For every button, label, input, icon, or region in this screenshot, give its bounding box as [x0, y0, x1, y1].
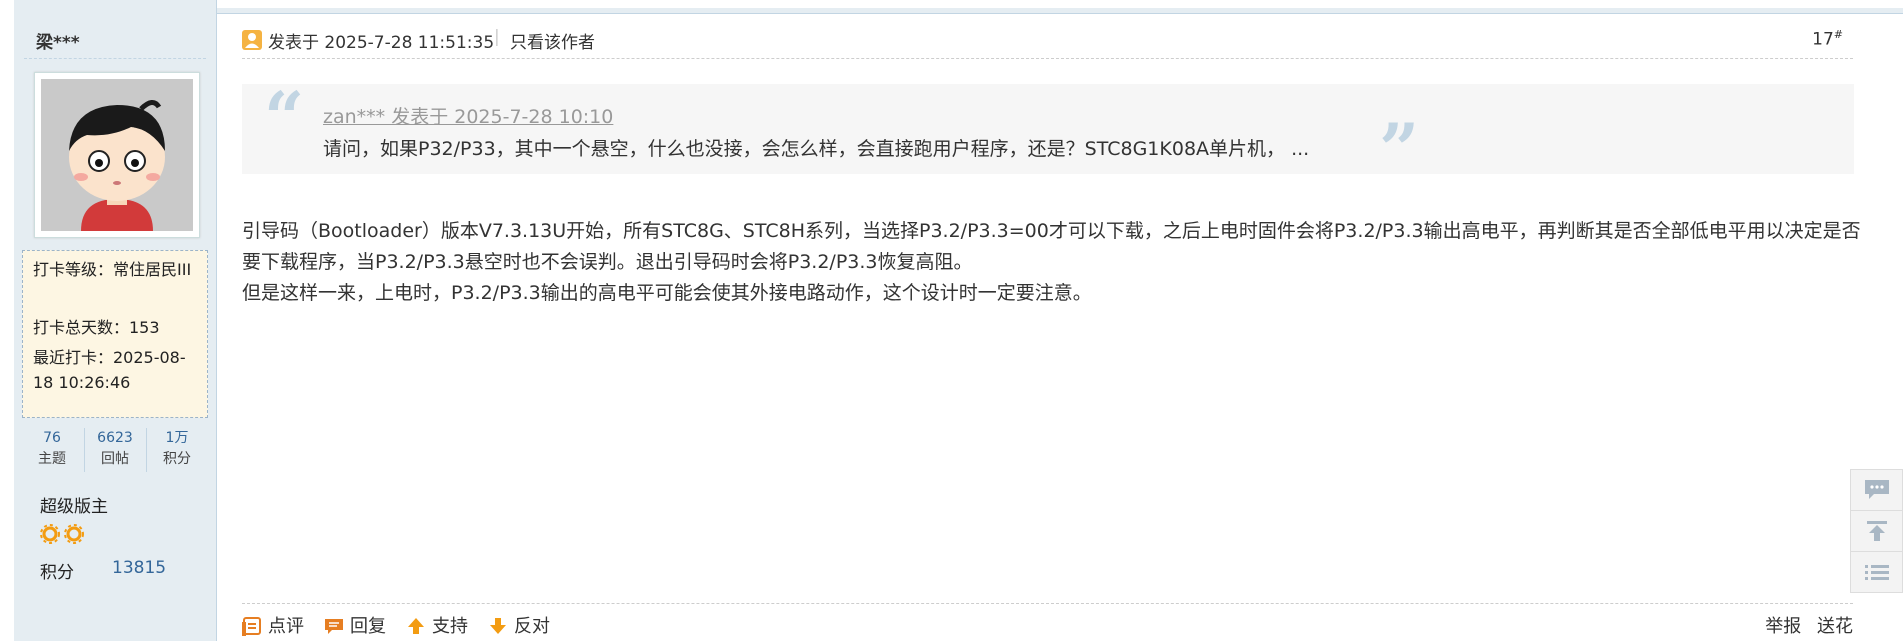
author-rank[interactable]: 超级版主 — [40, 492, 108, 517]
checkin-panel: 打卡等级：常住居民III 打卡总天数：153 最近打卡：2025-08-18 1… — [22, 250, 208, 418]
header-separator: | — [494, 27, 500, 47]
only-author-link[interactable]: 只看该作者 — [510, 28, 595, 53]
stat-replies-value: 6623 — [97, 430, 133, 446]
reply-label: 回复 — [350, 616, 386, 637]
floor-number[interactable]: 17# — [1812, 28, 1843, 50]
chat-bubble-icon — [1865, 480, 1889, 499]
post-body: 引导码（Bootloader）版本V7.3.13U开始，所有STC8G、STC8… — [242, 216, 1872, 309]
stat-points-value: 1万 — [165, 430, 189, 446]
open-quote-icon: “ — [264, 76, 305, 159]
oppose-label: 反对 — [514, 616, 550, 637]
rank-stars — [40, 524, 84, 548]
quote-block: “ zan*** 发表于 2025-7-28 10:10 请问，如果P32/P3… — [242, 76, 1854, 191]
post-body-paragraph: 但是这样一来，上电时，P3.2/P3.3输出的高电平可能会使其外接电路动作，这个… — [242, 282, 1092, 304]
post-right-actions: 举报 送花 — [1755, 612, 1853, 638]
quote-source-link[interactable]: zan*** 发表于 2025-7-28 10:10 — [323, 102, 613, 129]
floor-number-value: 17 — [1812, 29, 1834, 50]
arrow-up-icon — [408, 618, 424, 634]
list-icon — [1865, 565, 1889, 580]
stat-replies-label: 回帖 — [101, 451, 129, 467]
author-sidebar: 梁*** 打卡等级：常住居民III 打卡总天数：153 最近打卡：2025-08… — [14, 0, 217, 641]
floor-number-mark: # — [1833, 28, 1843, 41]
close-quote-icon: ” — [1379, 108, 1420, 191]
comment-label: 点评 — [268, 616, 304, 637]
stat-points-label: 积分 — [163, 451, 191, 467]
back-to-top-button[interactable] — [1850, 510, 1903, 552]
post-body-paragraph: 引导码（Bootloader）版本V7.3.13U开始，所有STC8G、STC8… — [242, 220, 1861, 273]
support-label: 支持 — [432, 616, 468, 637]
reply-icon — [325, 619, 343, 634]
sidebar-divider — [24, 58, 206, 59]
checkin-last: 最近打卡：2025-08-18 10:26:46 — [33, 348, 186, 392]
stat-points[interactable]: 1万 积分 — [146, 428, 207, 472]
online-user-icon — [242, 30, 262, 50]
gift-flower-link[interactable]: 送花 — [1817, 616, 1853, 637]
list-view-button[interactable] — [1850, 551, 1903, 593]
post-top-border — [217, 8, 1903, 14]
header-divider — [242, 58, 1853, 59]
stat-topics-label: 主题 — [38, 451, 66, 467]
floating-toolbar — [1850, 469, 1903, 593]
checkin-total-days: 打卡总天数：153 — [33, 318, 160, 337]
author-stats: 76 主题 6623 回帖 1万 积分 — [22, 428, 208, 472]
footer-divider — [242, 603, 1853, 604]
arrow-down-icon — [490, 618, 506, 634]
quick-reply-button[interactable] — [1850, 469, 1903, 511]
stat-topics-value: 76 — [43, 430, 61, 446]
points-value: 13815 — [112, 558, 167, 578]
avatar[interactable] — [34, 72, 200, 238]
report-link[interactable]: 举报 — [1765, 616, 1801, 637]
quote-text: 请问，如果P32/P33，其中一个悬空，什么也没接，会怎么样，会直接跑用户程序，… — [323, 138, 1310, 160]
stat-replies[interactable]: 6623 回帖 — [84, 428, 145, 472]
checkin-level: 打卡等级：常住居民III — [33, 260, 192, 279]
stat-topics[interactable]: 76 主题 — [22, 428, 82, 472]
author-username[interactable]: 梁*** — [36, 28, 80, 53]
sun-icon — [40, 524, 84, 544]
avatar-image — [41, 79, 193, 231]
post-date: 发表于 2025-7-28 11:51:35 — [268, 33, 495, 53]
arrow-to-top-icon — [1867, 521, 1887, 541]
comment-icon — [242, 617, 261, 636]
points-label: 积分 — [40, 563, 74, 583]
